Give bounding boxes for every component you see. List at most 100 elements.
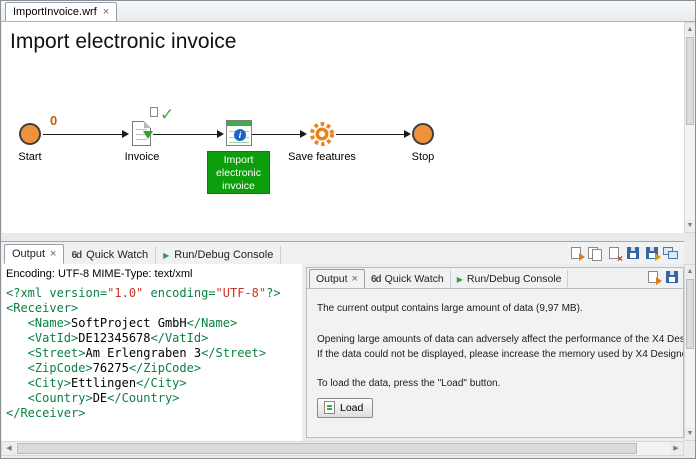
scrollbar-thumb[interactable] xyxy=(686,279,694,349)
xml-code[interactable]: <?xml version="1.0" encoding="UTF-8"?><R… xyxy=(2,282,302,425)
xml-line: <Receiver> xyxy=(6,301,298,316)
xml-line: <Street>Am Erlengraben 3</Street> xyxy=(6,346,298,361)
close-icon[interactable]: × xyxy=(103,7,109,17)
stop-node[interactable] xyxy=(412,123,434,145)
preview-message-line: If the data could not be displayed, plea… xyxy=(317,349,673,360)
stop-node-label: Stop xyxy=(401,151,445,163)
output-editor: Encoding: UTF-8 MIME-Type: text/xml <?xm… xyxy=(2,264,302,441)
table-line xyxy=(229,142,249,143)
close-icon[interactable]: × xyxy=(352,274,358,284)
scroll-down-icon[interactable]: ▼ xyxy=(685,219,695,232)
workflow-title: Import electronic invoice xyxy=(10,30,236,54)
save-output-icon[interactable] xyxy=(664,269,681,286)
checkmark-icon: ✓ xyxy=(160,105,174,125)
connector-line xyxy=(336,134,404,135)
clear-output-icon[interactable]: × xyxy=(606,245,623,262)
start-counter-badge: 0 xyxy=(50,113,57,128)
preview-message-line: Opening large amounts of data can advers… xyxy=(317,334,673,345)
preview-tab-quick-watch[interactable]: 6d Quick Watch xyxy=(365,270,451,288)
xml-line: <VatId>DE12345678</VatId> xyxy=(6,331,298,346)
connector-arrowhead-icon xyxy=(122,130,129,138)
preview-message-line: To load the data, press the "Load" butto… xyxy=(317,378,673,389)
scrollbar-thumb[interactable] xyxy=(17,443,637,454)
invoice-node[interactable] xyxy=(132,121,151,146)
xml-line: </Receiver> xyxy=(6,406,298,421)
start-node[interactable] xyxy=(19,123,41,145)
editor-tab-bar: ImportInvoice.wrf × xyxy=(1,1,695,22)
editor-tab-importinvoice[interactable]: ImportInvoice.wrf × xyxy=(5,2,117,21)
editor-tab-label: ImportInvoice.wrf xyxy=(13,6,97,18)
save-features-node[interactable] xyxy=(309,121,335,147)
open-in-editor-icon[interactable] xyxy=(645,269,662,286)
page-fold-icon xyxy=(144,121,151,128)
scroll-down-icon[interactable]: ▼ xyxy=(685,427,695,440)
info-icon: i xyxy=(234,129,246,141)
tab-quick-watch-label: Quick Watch xyxy=(86,249,148,261)
scroll-left-icon[interactable]: ◀ xyxy=(2,442,16,455)
canvas-vertical-scrollbar[interactable]: ▲ ▼ xyxy=(684,22,696,233)
panel-splitter[interactable] xyxy=(1,233,695,241)
import-invoice-node-icon[interactable]: i xyxy=(226,120,252,146)
load-button-label: Load xyxy=(340,402,363,414)
doc-text-line xyxy=(136,129,147,130)
connector-arrowhead-icon xyxy=(300,130,307,138)
load-button[interactable]: Load xyxy=(317,398,373,418)
connector-arrowhead-icon xyxy=(404,130,411,138)
tab-run-debug-console-label: Run/Debug Console xyxy=(174,249,273,261)
save-features-node-label: Save features xyxy=(285,151,359,163)
invoice-node-label: Invoice xyxy=(118,151,166,163)
save-as-icon[interactable] xyxy=(644,245,661,262)
load-icon xyxy=(324,401,335,414)
xml-line: <?xml version="1.0" encoding="UTF-8"?> xyxy=(6,286,298,301)
save-output-icon[interactable] xyxy=(625,245,642,262)
import-invoice-node-label: Import electronic invoice xyxy=(216,154,261,192)
tab-quick-watch[interactable]: 6d Quick Watch xyxy=(64,246,156,264)
horizontal-scrollbar[interactable]: ◀ ▶ xyxy=(1,441,684,456)
glasses-icon: 6d xyxy=(371,274,381,285)
x4-designer-window: ImportInvoice.wrf × Import electronic in… xyxy=(0,0,696,459)
connector-line xyxy=(252,134,300,135)
scrollbar-thumb[interactable] xyxy=(686,37,694,125)
connector-line xyxy=(43,134,122,135)
close-icon[interactable]: × xyxy=(50,249,56,259)
xml-line: <City>Ettlingen</City> xyxy=(6,376,298,391)
scrollbar-corner xyxy=(684,441,696,456)
play-icon: ▶ xyxy=(163,251,169,260)
minimize-restore-view-icon[interactable] xyxy=(663,245,680,262)
output-panel-tab-bar: Output × 6d Quick Watch ▶ Run/Debug Cons… xyxy=(1,241,684,264)
preview-tab-output[interactable]: Output × xyxy=(309,269,365,288)
tab-run-debug-console[interactable]: ▶ Run/Debug Console xyxy=(156,246,281,264)
import-invoice-node[interactable]: Import electronic invoice xyxy=(207,151,270,194)
tab-output[interactable]: Output × xyxy=(4,244,64,264)
xml-line: <Country>DE</Country> xyxy=(6,391,298,406)
workflow-canvas[interactable]: Import electronic invoice Start 0 ✓ Invo… xyxy=(2,22,684,233)
xml-line: <Name>SoftProject GmbH</Name> xyxy=(6,316,298,331)
scroll-up-icon[interactable]: ▲ xyxy=(685,265,695,278)
preview-tab-quick-watch-label: Quick Watch xyxy=(385,273,444,285)
copy-output-icon[interactable] xyxy=(587,245,604,262)
connector-arrowhead-icon xyxy=(217,130,224,138)
encoding-info: Encoding: UTF-8 MIME-Type: text/xml xyxy=(2,264,302,282)
gear-icon xyxy=(309,121,335,147)
xml-line: <ZipCode>76275</ZipCode> xyxy=(6,361,298,376)
scroll-up-icon[interactable]: ▲ xyxy=(685,23,695,36)
table-header-icon xyxy=(227,121,251,126)
preview-tab-output-label: Output xyxy=(316,273,348,285)
open-in-editor-icon[interactable] xyxy=(568,245,585,262)
modified-marker-icon xyxy=(150,107,158,117)
import-arrow-icon xyxy=(143,131,153,139)
preview-tab-run-debug-console[interactable]: ▶ Run/Debug Console xyxy=(451,270,569,288)
glasses-icon: 6d xyxy=(71,250,81,261)
start-node-label: Start xyxy=(8,151,52,163)
doc-text-line xyxy=(136,139,147,140)
preview-message-line: The current output contains large amount… xyxy=(317,303,673,314)
panel-vertical-scrollbar[interactable]: ▲ ▼ xyxy=(684,264,696,441)
preview-message-area: The current output contains large amount… xyxy=(306,288,684,438)
output-preview-panel: Output × 6d Quick Watch ▶ Run/Debug Cons… xyxy=(306,267,684,438)
tab-output-label: Output xyxy=(12,248,45,260)
scroll-right-icon[interactable]: ▶ xyxy=(669,442,683,455)
preview-tab-bar: Output × 6d Quick Watch ▶ Run/Debug Cons… xyxy=(306,267,684,288)
play-icon: ▶ xyxy=(457,275,463,284)
preview-tab-run-debug-console-label: Run/Debug Console xyxy=(467,273,562,285)
connector-line xyxy=(153,134,217,135)
